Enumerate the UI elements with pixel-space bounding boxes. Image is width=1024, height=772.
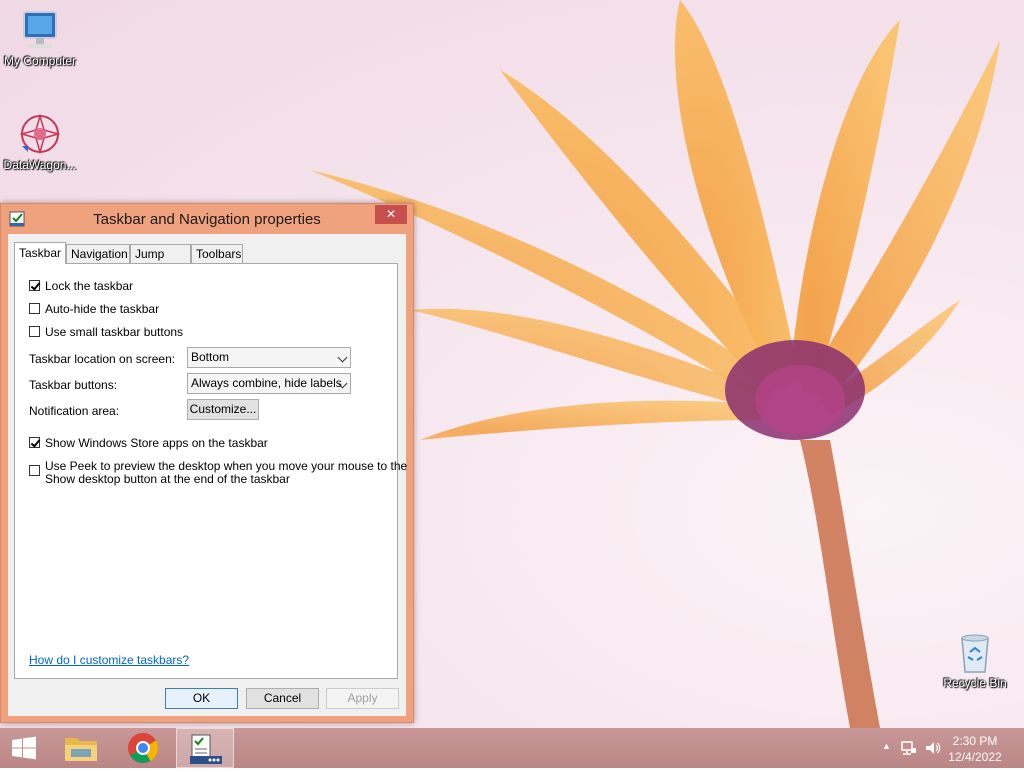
close-button[interactable]: ✕ — [375, 205, 407, 224]
lock-taskbar-label: Lock the taskbar — [45, 279, 134, 293]
start-button[interactable] — [0, 728, 48, 768]
customize-button[interactable]: Customize... — [187, 399, 259, 420]
taskbar-buttons-value: Always combine, hide labels — [191, 376, 342, 390]
tab-jump-lists[interactable]: Jump Lists — [130, 244, 191, 279]
peek-label-line1: Use Peek to preview the desktop when you… — [45, 459, 408, 473]
location-select[interactable]: Bottom — [187, 347, 351, 368]
clock-date: 12/4/2022 — [948, 750, 1002, 764]
desktop-icon-recycle-bin[interactable]: Recycle Bin — [935, 630, 1015, 690]
show-hidden-icons-icon[interactable]: ▲ — [882, 741, 891, 751]
dialog-client: Taskbar Navigation Jump Lists Toolbars L… — [8, 234, 407, 716]
store-apps-checkbox[interactable] — [29, 437, 40, 448]
location-value: Bottom — [191, 350, 230, 364]
desktop-icon-label: Recycle Bin — [943, 676, 1007, 690]
desktop-icon-label: My Computer — [3, 54, 77, 68]
tab-navigation[interactable]: Navigation — [66, 244, 130, 263]
taskbar-file-explorer[interactable] — [53, 728, 109, 768]
help-link[interactable]: How do I customize taskbars? — [29, 653, 189, 667]
small-buttons-checkbox[interactable] — [29, 326, 40, 337]
autohide-checkbox[interactable] — [29, 303, 40, 314]
datawagon-icon — [19, 113, 61, 155]
taskbar-properties-dialog: Taskbar and Navigation properties ✕ Task… — [0, 203, 414, 723]
small-buttons-label: Use small taskbar buttons — [45, 325, 184, 339]
dialog-titlebar[interactable]: Taskbar and Navigation properties ✕ — [1, 204, 413, 234]
taskbar-chrome[interactable] — [114, 728, 172, 768]
network-icon[interactable] — [900, 740, 918, 756]
desktop-icon-label: DataWagon... — [3, 158, 77, 172]
taskbar-tab-page: Lock the taskbar Auto-hide the taskbar U… — [14, 263, 407, 679]
notification-area-label: Notification area: — [29, 404, 120, 418]
location-label: Taskbar location on screen: — [29, 352, 176, 366]
dialog-title: Taskbar and Navigation properties — [93, 211, 321, 228]
computer-icon — [23, 11, 57, 48]
taskbar-properties-icon — [190, 734, 222, 764]
store-apps-label: Show Windows Store apps on the taskbar — [45, 436, 268, 450]
lock-taskbar-checkbox[interactable] — [29, 280, 40, 291]
desktop-icon-datawagon[interactable]: DataWagon... — [0, 112, 80, 172]
clock[interactable]: 2:30 PM 12/4/2022 — [940, 733, 1010, 765]
system-tray: ▲ 2:30 PM 12/4/2022 — [864, 728, 1024, 768]
chrome-icon — [128, 733, 159, 764]
autohide-label: Auto-hide the taskbar — [45, 302, 160, 316]
folder-icon — [65, 738, 97, 761]
apply-button[interactable]: Apply — [326, 688, 399, 709]
close-icon: ✕ — [385, 207, 397, 221]
cancel-button[interactable]: Cancel — [246, 688, 319, 709]
tab-toolbars[interactable]: Toolbars — [191, 244, 243, 263]
ok-button[interactable]: OK — [165, 688, 238, 709]
recycle-bin-icon — [961, 634, 989, 673]
taskbar: ▲ 2:30 PM 12/4/2022 — [0, 728, 1024, 768]
windows-logo-icon — [12, 736, 36, 760]
taskbar-buttons-select[interactable]: Always combine, hide labels — [187, 373, 351, 394]
desktop-icon-my-computer[interactable]: My Computer — [0, 8, 80, 68]
taskbar-buttons-label: Taskbar buttons: — [29, 378, 118, 392]
clock-time: 2:30 PM — [952, 734, 998, 748]
tab-taskbar[interactable]: Taskbar — [14, 242, 66, 264]
peek-checkbox[interactable] — [29, 465, 40, 476]
chevron-down-icon — [337, 352, 348, 363]
taskbar-properties-app[interactable] — [176, 728, 234, 768]
peek-label-line2: Show desktop button at the end of the ta… — [45, 472, 290, 486]
